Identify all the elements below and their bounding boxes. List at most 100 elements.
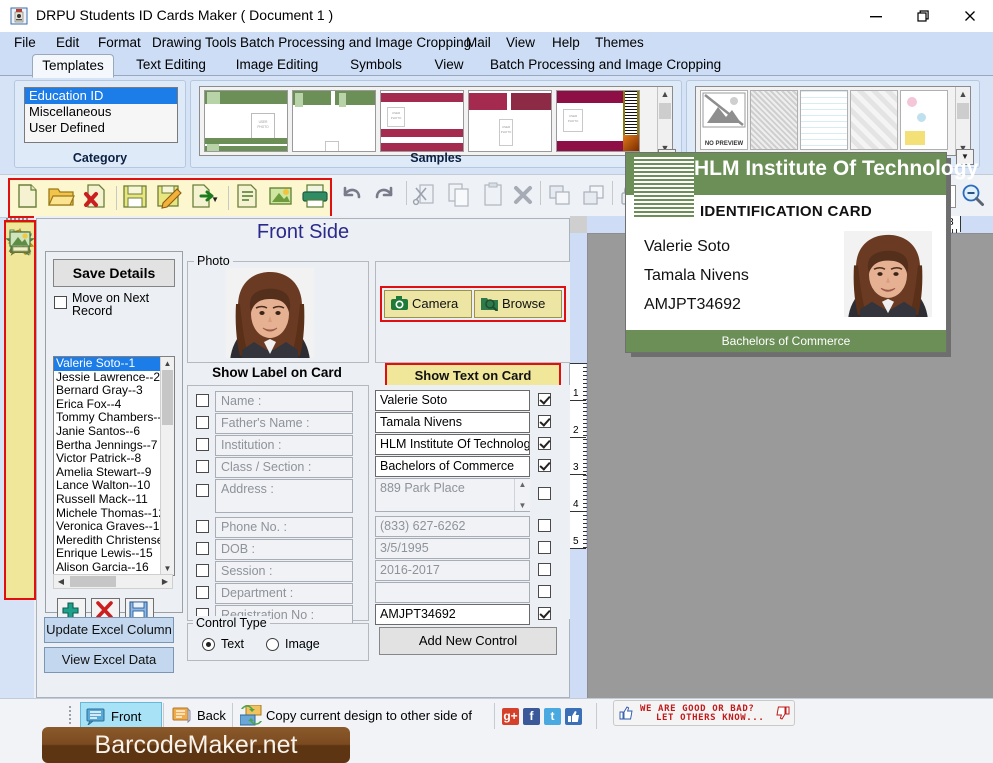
menu-help[interactable]: Help <box>552 35 580 50</box>
field-label-department[interactable]: Department : <box>215 583 353 604</box>
field-label-checkbox[interactable] <box>196 484 209 497</box>
background-thumbnail-no-preview[interactable]: NO PREVIEW <box>700 90 748 150</box>
category-item-miscellaneous[interactable]: Miscellaneous <box>25 104 177 120</box>
image-tool-icon[interactable] <box>6 222 34 262</box>
google-plus-icon[interactable]: g+ <box>502 708 519 725</box>
scroll-down-icon[interactable]: ▼ <box>162 563 173 574</box>
field-label-phone-no[interactable]: Phone No. : <box>215 517 353 538</box>
backgrounds-gallery[interactable]: NO PREVIEW ▲ ▼ <box>695 86 971 156</box>
menu-edit[interactable]: Edit <box>56 35 79 50</box>
menu-view[interactable]: View <box>506 35 535 50</box>
sample-thumbnail[interactable]: USER PHOTO <box>204 90 288 152</box>
delete-document-icon[interactable] <box>80 181 112 213</box>
redo-icon[interactable] <box>370 180 402 212</box>
camera-button[interactable]: Camera <box>384 290 472 318</box>
records-horizontal-scrollbar[interactable]: ◀ ▶ <box>53 574 173 589</box>
facebook-icon[interactable]: f <box>523 708 540 725</box>
list-item[interactable]: Lance Walton--10 <box>54 479 174 493</box>
list-item[interactable]: Erica Fox--4 <box>54 397 174 412</box>
address-spinner[interactable]: ▲ ▼ <box>514 479 530 511</box>
tab-image-editing[interactable]: Image Editing <box>232 54 322 76</box>
field-value-checkbox[interactable] <box>538 563 551 576</box>
zoom-out-icon[interactable] <box>958 180 990 212</box>
sample-thumbnail[interactable]: USER PHOTO <box>468 90 552 152</box>
scrollbar-thumb[interactable] <box>957 103 969 119</box>
field-label-fathers-name[interactable]: Father's Name : <box>215 413 353 434</box>
list-item[interactable]: Bertha Jennings--7 <box>54 438 174 453</box>
scroll-up-icon[interactable]: ▲ <box>515 480 530 489</box>
records-vertical-scrollbar[interactable]: ▲ ▼ <box>160 357 174 575</box>
field-value-session[interactable]: 2016-2017 <box>375 560 530 581</box>
maximize-button[interactable] <box>900 0 946 32</box>
field-value-address[interactable]: 889 Park Place <box>375 478 530 512</box>
field-value-name[interactable]: Valerie Soto <box>375 390 530 411</box>
list-item[interactable]: Alison Garcia--16 <box>54 560 174 575</box>
twitter-icon[interactable]: t <box>544 708 561 725</box>
menu-drawing-tools[interactable]: Drawing Tools <box>152 35 237 50</box>
sample-thumbnail[interactable] <box>292 90 376 152</box>
feedback-banner[interactable]: WE ARE GOOD OR BAD? LET OTHERS KNOW... <box>613 700 795 726</box>
field-value-dob[interactable]: 3/5/1995 <box>375 538 530 559</box>
field-value-phone-no[interactable]: (833) 627-6262 <box>375 516 530 537</box>
field-label-address[interactable]: Address : <box>215 479 353 513</box>
field-value-fathers-name[interactable]: Tamala Nivens <box>375 412 530 433</box>
back-side-tab[interactable]: Back <box>168 702 240 729</box>
save-details-button[interactable]: Save Details <box>53 259 175 287</box>
scroll-down-icon[interactable]: ▼ <box>515 501 530 510</box>
list-item[interactable]: Meredith Christensen--14 <box>54 533 174 548</box>
category-listbox[interactable]: Education ID Miscellaneous User Defined <box>24 87 178 143</box>
field-label-checkbox[interactable] <box>196 520 209 533</box>
field-value-checkbox[interactable] <box>538 541 551 554</box>
send-to-back-icon[interactable] <box>578 180 610 212</box>
field-label-checkbox[interactable] <box>196 394 209 407</box>
save-as-icon[interactable] <box>154 181 186 213</box>
menu-batch-processing[interactable]: Batch Processing and Image Cropping <box>240 35 471 50</box>
field-label-session[interactable]: Session : <box>215 561 353 582</box>
update-excel-column-button[interactable]: Update Excel Column <box>44 617 174 643</box>
tab-view[interactable]: View <box>428 54 470 76</box>
scroll-up-icon[interactable]: ▲ <box>658 87 672 101</box>
paste-icon[interactable] <box>478 180 510 212</box>
view-excel-data-button[interactable]: View Excel Data <box>44 647 174 673</box>
field-value-checkbox[interactable] <box>538 519 551 532</box>
tab-templates[interactable]: Templates <box>32 54 114 78</box>
field-label-class-section[interactable]: Class / Section : <box>215 457 353 478</box>
export-image-icon[interactable] <box>266 181 298 213</box>
field-label-checkbox[interactable] <box>196 438 209 451</box>
field-label-institution[interactable]: Institution : <box>215 435 353 456</box>
field-value-checkbox[interactable] <box>538 585 551 598</box>
scrollbar-thumb[interactable] <box>70 576 116 587</box>
print-icon[interactable] <box>300 181 332 213</box>
backgrounds-scrollbar[interactable]: ▲ ▼ <box>955 87 970 155</box>
sample-thumbnail[interactable]: USER PHOTO <box>380 90 464 152</box>
list-item[interactable]: Bernard Gray--3 <box>54 384 174 398</box>
copy-icon[interactable] <box>444 180 476 212</box>
control-type-text-radio[interactable] <box>202 638 215 651</box>
list-item[interactable]: Jessie Lawrence--2 <box>54 370 174 385</box>
background-thumbnail[interactable] <box>850 90 898 150</box>
copy-design-button[interactable]: Copy current design to other side of Car… <box>236 702 492 750</box>
samples-scrollbar[interactable]: ▲ ▼ <box>657 87 672 155</box>
background-thumbnail[interactable] <box>750 90 798 150</box>
field-label-checkbox[interactable] <box>196 416 209 429</box>
list-item[interactable]: Valerie Soto--1 <box>54 357 174 371</box>
field-value-class-section[interactable]: Bachelors of Commerce <box>375 456 530 477</box>
list-item[interactable]: Veronica Graves--13 <box>54 520 174 534</box>
browse-button[interactable]: Browse <box>474 290 562 318</box>
field-label-checkbox[interactable] <box>196 542 209 555</box>
scroll-right-icon[interactable]: ▶ <box>159 575 171 588</box>
export-icon[interactable]: ▼ <box>188 181 220 213</box>
save-icon[interactable] <box>120 181 152 213</box>
scroll-up-icon[interactable]: ▲ <box>956 87 970 101</box>
id-card-preview[interactable]: HLM Institute Of Technology IDENTIFICATI… <box>625 152 978 353</box>
background-thumbnail[interactable] <box>800 90 848 150</box>
delete-icon[interactable] <box>508 180 540 212</box>
field-label-checkbox[interactable] <box>196 586 209 599</box>
student-photo[interactable] <box>226 268 314 358</box>
category-item-education-id[interactable]: Education ID <box>25 88 177 104</box>
list-item[interactable]: Russell Mack--11 <box>54 492 174 507</box>
close-button[interactable] <box>947 0 993 32</box>
list-item[interactable]: Amelia Stewart--9 <box>54 465 174 480</box>
add-new-control-button[interactable]: Add New Control <box>379 627 557 655</box>
bring-to-front-icon[interactable] <box>544 180 576 212</box>
